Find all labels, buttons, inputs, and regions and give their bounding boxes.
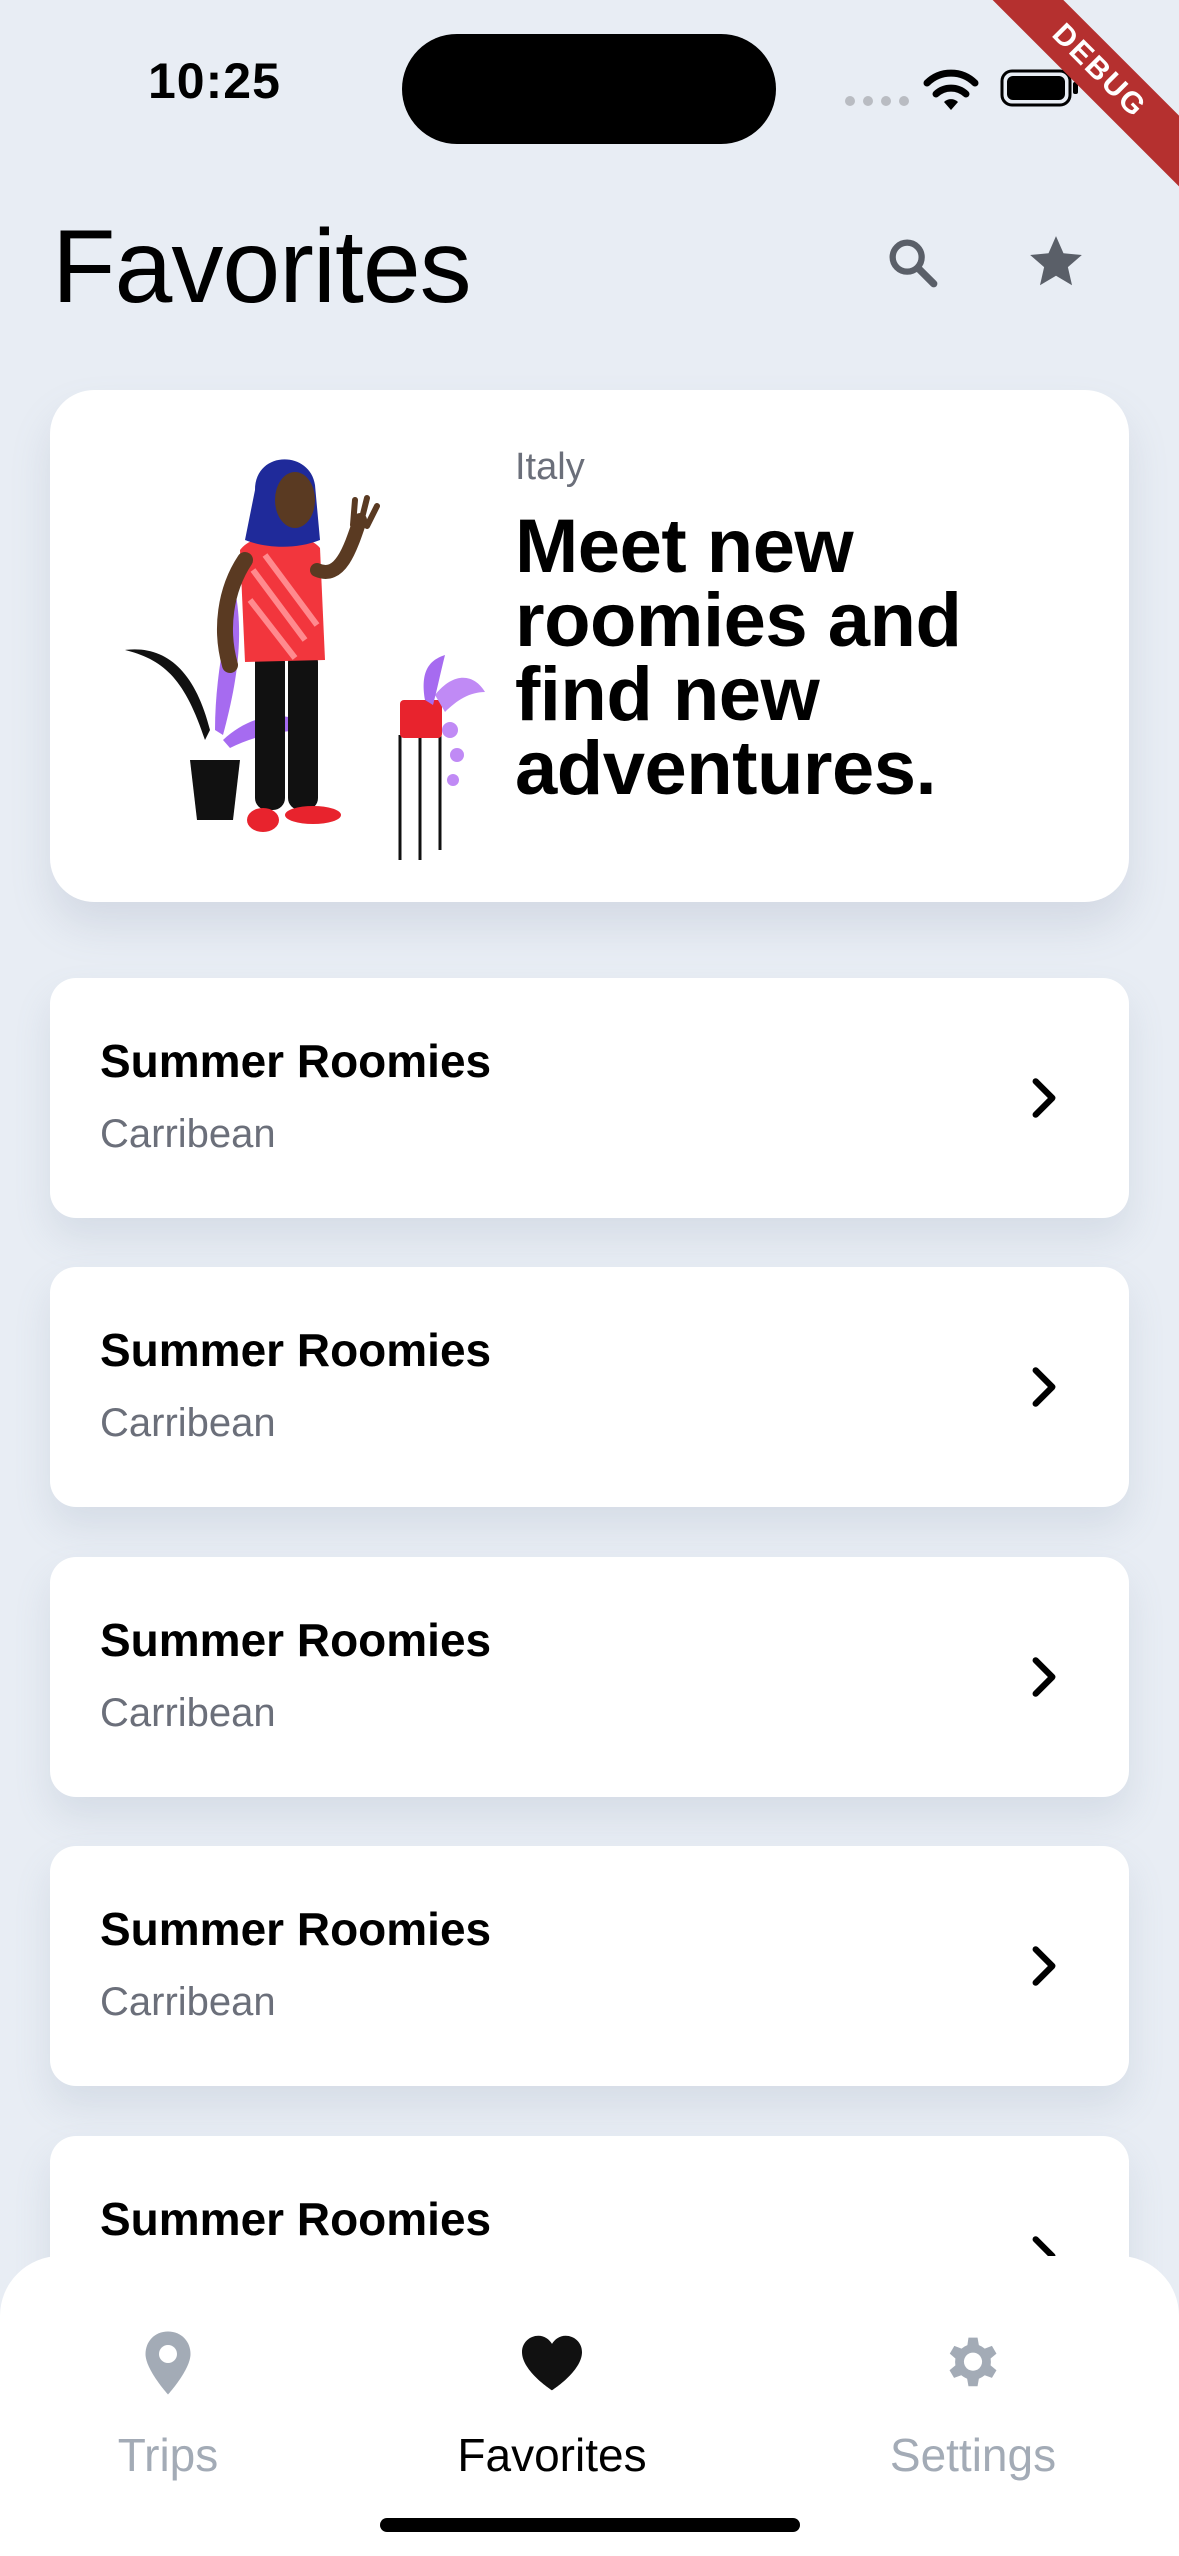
nav-label-favorites: Favorites — [457, 2429, 647, 2481]
search-icon — [889, 239, 938, 288]
favorites-screen: 10:25 DEBUG Favorites Italy Meet new roo… — [0, 0, 1179, 2556]
list-item-subtitle: Carribean — [100, 1691, 276, 1735]
favorites-star-button[interactable] — [1016, 222, 1096, 302]
list-item-title: Summer Roomies — [100, 2193, 492, 2245]
bottom-navigation: Trips Favorites Settings — [0, 2256, 1179, 2556]
chevron-right-icon — [1032, 1078, 1056, 1118]
heart-icon — [522, 2335, 582, 2391]
list-item-title: Summer Roomies — [100, 1035, 492, 1087]
star-icon — [1030, 236, 1082, 286]
hero-country: Italy — [515, 446, 585, 488]
list-item-subtitle: Carribean — [100, 1980, 276, 2024]
list-item[interactable]: Summer Roomies Carribean — [50, 978, 1129, 1218]
chevron-right-icon — [1032, 1657, 1056, 1697]
location-pin-icon — [145, 2331, 191, 2395]
list-item-subtitle: Carribean — [100, 1112, 276, 1156]
wifi-icon — [923, 69, 979, 110]
gear-icon — [949, 2337, 997, 2387]
featured-trip-card[interactable]: Italy Meet new roomies and find new adve… — [50, 390, 1129, 902]
nav-item-favorites[interactable]: Favorites — [402, 2326, 702, 2482]
dynamic-island — [402, 34, 776, 144]
cellular-signal-icon — [845, 96, 909, 106]
list-item[interactable]: Summer Roomies Carribean — [50, 1846, 1129, 2086]
nav-item-settings[interactable]: Settings — [823, 2326, 1123, 2482]
hero-headline: Meet new roomies and find new adventures… — [515, 504, 962, 811]
search-button[interactable] — [872, 222, 952, 302]
nav-item-trips[interactable]: Trips — [18, 2326, 318, 2482]
chevron-right-icon — [1032, 1367, 1056, 1407]
status-time: 10:25 — [148, 53, 281, 109]
list-item-title: Summer Roomies — [100, 1324, 492, 1376]
list-item-title: Summer Roomies — [100, 1614, 492, 1666]
list-item[interactable]: Summer Roomies Carribean — [50, 1267, 1129, 1507]
chevron-right-icon — [1032, 1946, 1056, 1986]
nav-label-settings: Settings — [889, 2429, 1057, 2481]
page-title: Favorites — [52, 209, 472, 325]
traveler-illustration — [125, 459, 485, 860]
home-indicator — [380, 2518, 800, 2532]
list-item-subtitle: Carribean — [100, 1401, 276, 1445]
nav-label-trips: Trips — [117, 2429, 219, 2481]
list-item-title: Summer Roomies — [100, 1903, 492, 1955]
list-item[interactable]: Summer Roomies Carribean — [50, 1557, 1129, 1797]
